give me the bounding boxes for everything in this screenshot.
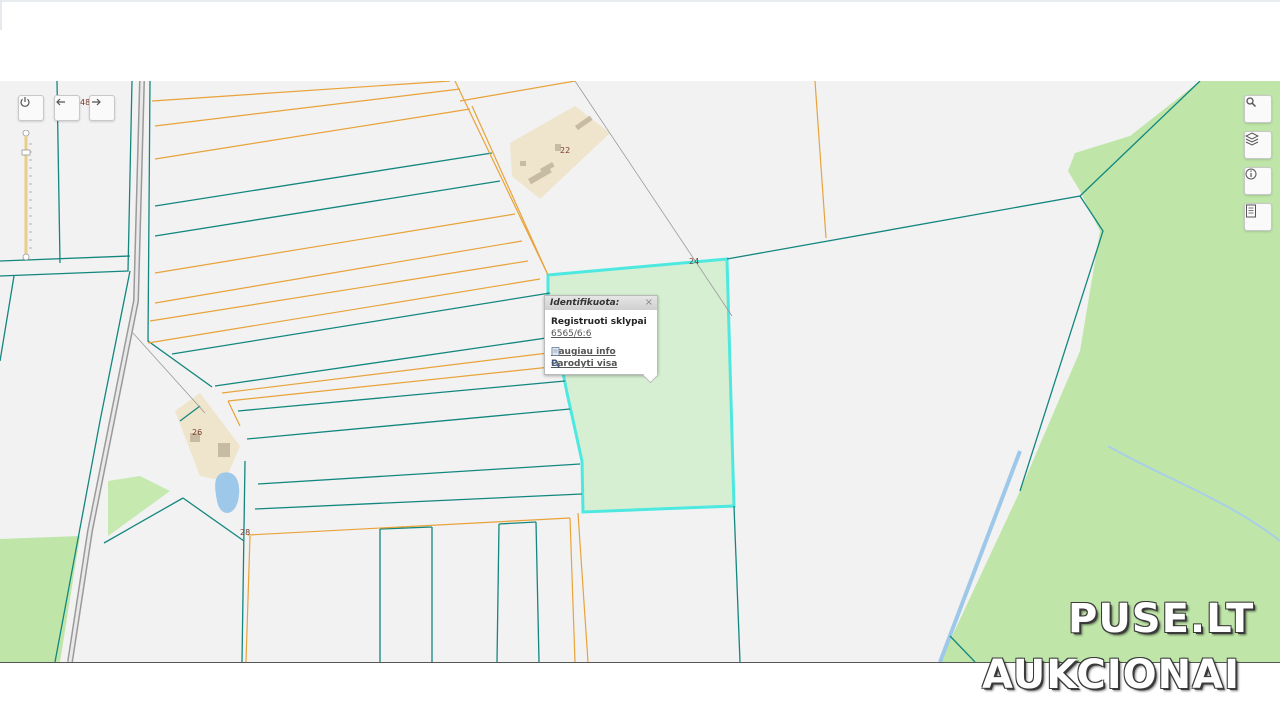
parcel-label: 26 xyxy=(192,428,202,437)
show-all-label: Parodyti visa xyxy=(551,359,618,369)
popup-close-button[interactable]: × xyxy=(645,297,653,309)
layers-button[interactable] xyxy=(1244,131,1272,159)
popup-title: Identifikuota: xyxy=(545,296,657,310)
forest-area-left xyxy=(0,536,80,662)
forward-arrow-icon xyxy=(92,98,101,106)
pond xyxy=(215,472,240,513)
search-button[interactable] xyxy=(1244,95,1272,123)
legend-icon xyxy=(1246,204,1256,218)
more-info-label: Daugiau info xyxy=(551,347,616,357)
watermark-line2: AUKCIONAI xyxy=(982,652,1240,698)
power-button[interactable] xyxy=(18,95,44,121)
legend-button[interactable] xyxy=(1244,203,1272,231)
zoom-scale xyxy=(21,130,32,260)
parcel-label: 22 xyxy=(560,146,570,155)
road xyxy=(67,81,145,662)
top-border xyxy=(0,0,1280,2)
watermark-line1: PUSE.LT xyxy=(1068,596,1255,642)
search-icon xyxy=(1246,97,1257,108)
back-arrow-icon xyxy=(56,98,65,106)
top-accent xyxy=(0,0,2,30)
document-icon xyxy=(551,347,560,356)
forest-area-small xyxy=(108,476,170,536)
info-button[interactable] xyxy=(1244,167,1272,195)
back-button[interactable] xyxy=(54,95,80,121)
more-info-link[interactable]: Daugiau info xyxy=(551,347,616,357)
show-all-link[interactable]: Parodyti visa xyxy=(551,359,617,369)
layers-icon xyxy=(1245,132,1259,146)
map-view[interactable]: 22 24 26 28 48 Identifikuota: × Registru… xyxy=(0,81,1280,663)
identify-popup: Identifikuota: × Registruoti sklypai 656… xyxy=(544,295,659,384)
zoom-handle xyxy=(21,149,31,156)
info-icon xyxy=(1245,168,1257,180)
parcel-label: 28 xyxy=(240,528,250,537)
popup-parcel-id-link[interactable]: 6565/6:6 xyxy=(551,329,591,339)
zoom-icon xyxy=(551,359,560,368)
popup-layer-name: Registruoti sklypai xyxy=(551,317,647,327)
forward-button[interactable] xyxy=(89,95,115,121)
zoom-slider[interactable] xyxy=(20,130,32,260)
parcel-label: 24 xyxy=(689,257,699,266)
power-icon xyxy=(20,97,30,107)
